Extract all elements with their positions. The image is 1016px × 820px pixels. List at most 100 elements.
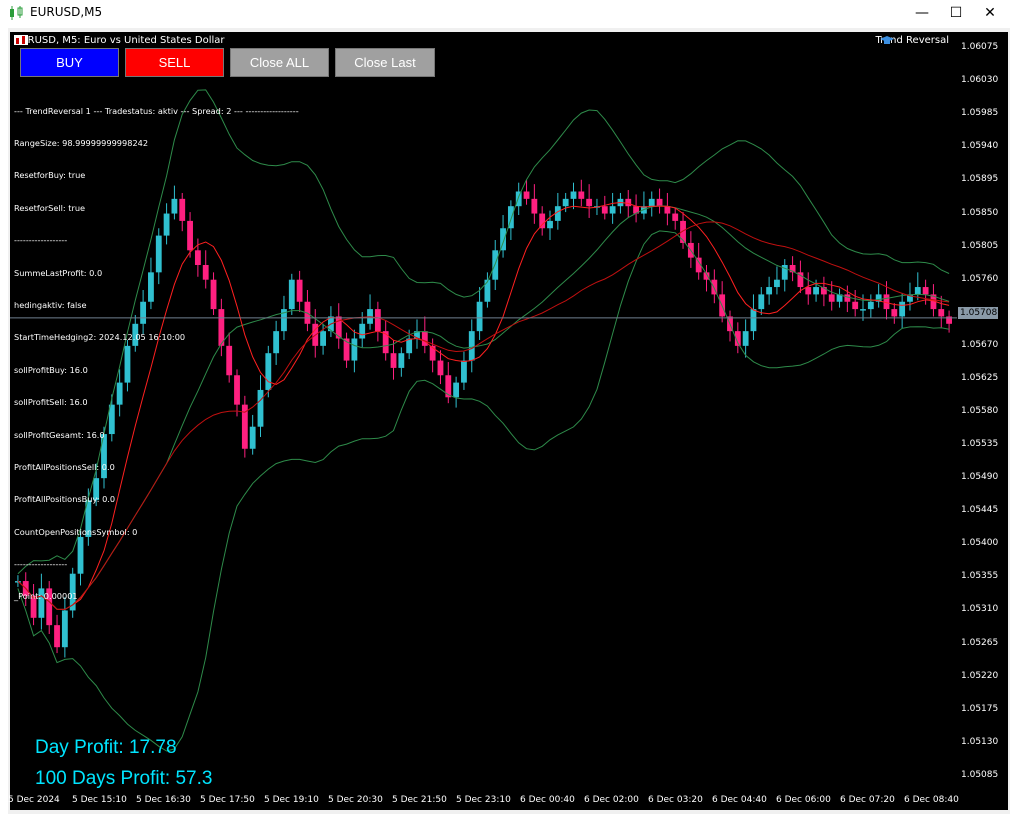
candle-body	[938, 309, 945, 317]
candle-body	[547, 220, 553, 229]
symbol-label: EURUSD, M5: Euro vs United States Dollar	[14, 35, 225, 46]
candle-body	[672, 213, 679, 221]
candle-body	[609, 206, 616, 214]
candle-body	[922, 287, 929, 295]
info-line: --- TrendReversal 1 --- Tradestatus: akt…	[14, 105, 299, 116]
price-tick-label: 1.05400	[961, 538, 999, 549]
price-tick-label: 1.05265	[961, 637, 999, 648]
buy-button[interactable]: BUY	[20, 48, 119, 77]
close-window-button[interactable]: ✕	[973, 0, 1007, 26]
time-tick-label: 5 Dec 17:50	[200, 795, 255, 805]
candle-body	[891, 309, 898, 317]
price-tick-label: 1.05310	[961, 604, 999, 615]
price-tick-label: 1.05580	[961, 406, 999, 416]
candle-body	[445, 375, 452, 398]
maximize-button[interactable]: ☐	[939, 0, 973, 26]
time-tick-label: 5 Dec 19:10	[264, 795, 319, 805]
price-tick-label: 1.06030	[961, 75, 999, 86]
info-line: StartTimeHedging2: 2024.12.05 16:10:00	[14, 332, 186, 343]
time-axis[interactable]: 5 Dec 2024 5 Dec 15:10 5 Dec 16:30 5 Dec 17…	[8, 792, 1008, 810]
candle-body	[648, 198, 655, 207]
time-tick-label: 5 Dec 23:10	[456, 795, 511, 805]
day-profit-label: Day Profit: 17.78	[35, 737, 177, 758]
chart-candles-icon	[10, 6, 23, 20]
price-tick-label: 1.05895	[961, 174, 999, 185]
price-axis[interactable]: 1.06075 1.06030 1.05985 1.05940 1.05895 1.058…	[957, 32, 1008, 792]
trading-signal-icon[interactable]	[14, 35, 28, 45]
candle-body	[374, 309, 381, 332]
price-tick-label: 1.05850	[961, 207, 999, 218]
time-tick-label: 5 Dec 2024	[8, 795, 60, 805]
price-tick-label: 1.05130	[961, 736, 999, 747]
window-titlebar: EURUSD,M5 — ☐ ✕	[0, 0, 1016, 26]
candle-body	[852, 301, 859, 310]
candle-body	[867, 301, 874, 310]
candle-body	[359, 323, 366, 339]
chart-header: EURUSD, M5: Euro vs United States Dollar	[14, 35, 225, 46]
candle-body	[758, 294, 765, 310]
info-line: ------------------	[14, 559, 68, 570]
candle-body	[398, 353, 405, 368]
candle-body	[805, 287, 812, 295]
candle-body	[828, 294, 835, 302]
candle-body	[766, 287, 773, 295]
info-line: sollProfitSell: 16.0	[14, 397, 88, 408]
candle-body	[914, 287, 921, 295]
price-tick-label: 1.05490	[961, 472, 999, 483]
candle-body	[562, 198, 569, 207]
candle-body	[625, 198, 632, 207]
candle-body	[656, 198, 663, 207]
time-tick-label: 5 Dec 20:30	[328, 795, 383, 805]
time-tick-label: 6 Dec 06:00	[776, 795, 831, 805]
candle-body	[860, 309, 866, 311]
price-tick-label: 1.06075	[961, 42, 999, 53]
ea-info-panel: --- TrendReversal 1 --- Tradestatus: akt…	[14, 84, 299, 624]
price-tick-label: 1.05355	[961, 571, 999, 582]
info-line: RangeSize: 98.99999999998242	[14, 137, 149, 148]
price-chart[interactable]: EURUSD, M5: Euro vs United States Dollar…	[10, 32, 957, 792]
price-tick-label: 1.05805	[961, 240, 999, 251]
time-tick-label: 6 Dec 00:40	[520, 795, 575, 805]
candle-body	[586, 198, 593, 207]
info-line: CountOpenPositionsSymbol: 0	[14, 526, 138, 537]
expert-advisor-label[interactable]: Trend Reversal	[876, 35, 950, 46]
candle-body	[750, 309, 757, 332]
close-last-button[interactable]: Close Last	[335, 48, 435, 77]
candle-body	[468, 331, 475, 361]
candle-body	[899, 301, 906, 317]
candle-body	[742, 331, 749, 346]
candle-body	[320, 331, 326, 346]
price-tick-label: 1.05175	[961, 703, 999, 714]
time-tick-label: 6 Dec 08:40	[904, 795, 959, 805]
price-tick-label: 1.05760	[961, 273, 999, 284]
info-line: ProfitAllPositionsSell: 0.0	[14, 461, 115, 472]
sell-button[interactable]: SELL	[125, 48, 224, 77]
info-line: SummeLastProfit: 0.0	[14, 267, 103, 278]
candle-body	[664, 206, 671, 214]
price-tick-label: 1.05625	[961, 372, 999, 383]
info-line: ResetforSell: true	[14, 202, 86, 213]
current-price-marker: 1.05708	[958, 307, 998, 319]
time-tick-label: 6 Dec 04:40	[712, 795, 767, 805]
candle-body	[461, 360, 467, 383]
info-line: ------------------	[14, 235, 68, 246]
candle-body	[437, 360, 444, 376]
candle-body	[421, 331, 428, 346]
candle-body	[570, 191, 577, 199]
info-line: hedingaktiv: false	[14, 299, 87, 310]
minimize-button[interactable]: —	[905, 0, 939, 26]
candle-body	[844, 294, 851, 302]
candle-body	[390, 353, 397, 368]
candle-body	[406, 338, 413, 354]
info-line: _Point: 0.00001	[14, 591, 78, 602]
price-tick-label: 1.05445	[961, 505, 999, 516]
info-line: ProfitAllPositionsBuy: 0.0	[14, 494, 116, 505]
candle-body	[523, 191, 530, 199]
candle-body	[531, 198, 538, 214]
candle-body	[54, 625, 60, 648]
close-all-button[interactable]: Close ALL	[230, 48, 329, 77]
time-tick-label: 6 Dec 07:20	[840, 795, 895, 805]
candle-body	[476, 301, 483, 332]
hundred-days-profit-label: 100 Days Profit: 57.3	[35, 768, 213, 789]
candle-body	[351, 338, 358, 361]
